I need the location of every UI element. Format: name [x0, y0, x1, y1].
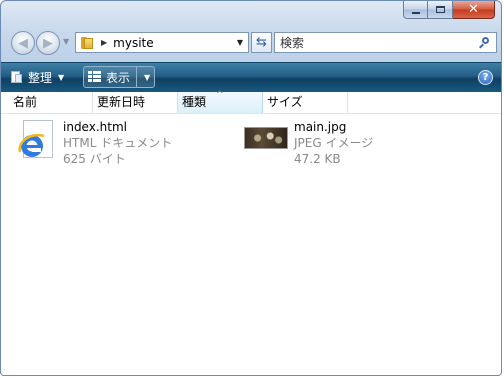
file-item-details: main.jpg JPEG イメージ 47.2 KB — [294, 119, 373, 167]
organize-label: 整理 — [28, 70, 53, 85]
navigation-bar: ◀ ▶ ▼ ▶ mysite ▼ ⇆ 検索 — [9, 29, 497, 57]
views-dropdown-icon[interactable]: ▼ — [144, 73, 150, 82]
views-label: 表示 — [106, 70, 131, 85]
file-size: 47.2 KB — [294, 152, 341, 166]
maximize-icon — [435, 6, 445, 13]
sort-ascending-icon: ^ — [216, 90, 224, 100]
folder-icon — [81, 36, 93, 49]
command-bar: 整理 ▼ 表示 ▼ ? — [1, 62, 501, 93]
column-header-size[interactable]: サイズ — [263, 92, 348, 113]
search-input[interactable]: 検索 — [280, 34, 304, 51]
column-header-type-label: 種類 — [182, 95, 207, 109]
organize-icon — [9, 70, 23, 84]
file-type: JPEG イメージ — [294, 136, 374, 150]
column-headers: 名前 更新日時 ^ 種類 サイズ — [1, 90, 501, 114]
help-icon[interactable]: ? — [478, 70, 493, 85]
search-icon[interactable] — [479, 36, 491, 49]
file-size: 625 バイト — [63, 152, 126, 166]
column-header-date[interactable]: 更新日時 — [93, 92, 178, 113]
minimize-button[interactable] — [403, 1, 428, 19]
breadcrumb-mysite[interactable]: mysite — [113, 36, 153, 50]
close-icon: ✕ — [468, 2, 479, 17]
column-header-name[interactable]: 名前 — [9, 92, 93, 113]
refresh-icon: ⇆ — [256, 35, 267, 50]
breadcrumb-separator-icon[interactable]: ▶ — [101, 38, 107, 47]
search-box[interactable]: 検索 — [274, 32, 497, 53]
organize-dropdown-icon: ▼ — [58, 72, 65, 82]
address-dropdown-icon[interactable]: ▼ — [237, 38, 243, 47]
close-button[interactable]: ✕ — [453, 1, 495, 19]
back-button[interactable]: ◀ — [11, 31, 35, 55]
file-name: main.jpg — [294, 120, 347, 134]
organize-button[interactable]: 整理 ▼ — [9, 66, 64, 88]
views-button[interactable]: 表示 ▼ — [83, 66, 155, 88]
file-item-details: index.html HTML ドキュメント 625 バイト — [63, 119, 172, 167]
recent-pages-dropdown[interactable]: ▼ — [63, 37, 69, 46]
views-icon — [88, 71, 102, 83]
back-arrow-icon: ◀ — [18, 35, 28, 51]
maximize-button[interactable] — [428, 1, 453, 19]
forward-arrow-icon: ▶ — [43, 35, 53, 51]
file-list: 名前 更新日時 ^ 種類 サイズ index.html HTML ドキュメント … — [1, 90, 501, 375]
file-name: index.html — [63, 120, 127, 134]
refresh-button[interactable]: ⇆ — [251, 32, 272, 53]
file-type: HTML ドキュメント — [63, 136, 173, 150]
jpeg-thumbnail-icon — [244, 120, 288, 149]
address-bar[interactable]: ▶ mysite ▼ — [75, 32, 249, 53]
forward-button[interactable]: ▶ — [36, 31, 60, 55]
column-header-type[interactable]: ^ 種類 — [178, 90, 263, 113]
explorer-window: ✕ ◀ ▶ ▼ ▶ mysite ▼ ⇆ 検索 整理 ▼ 表示 ▼ ? 名前 更… — [0, 0, 502, 376]
caption-buttons: ✕ — [403, 1, 495, 20]
minimize-icon — [411, 11, 420, 14]
